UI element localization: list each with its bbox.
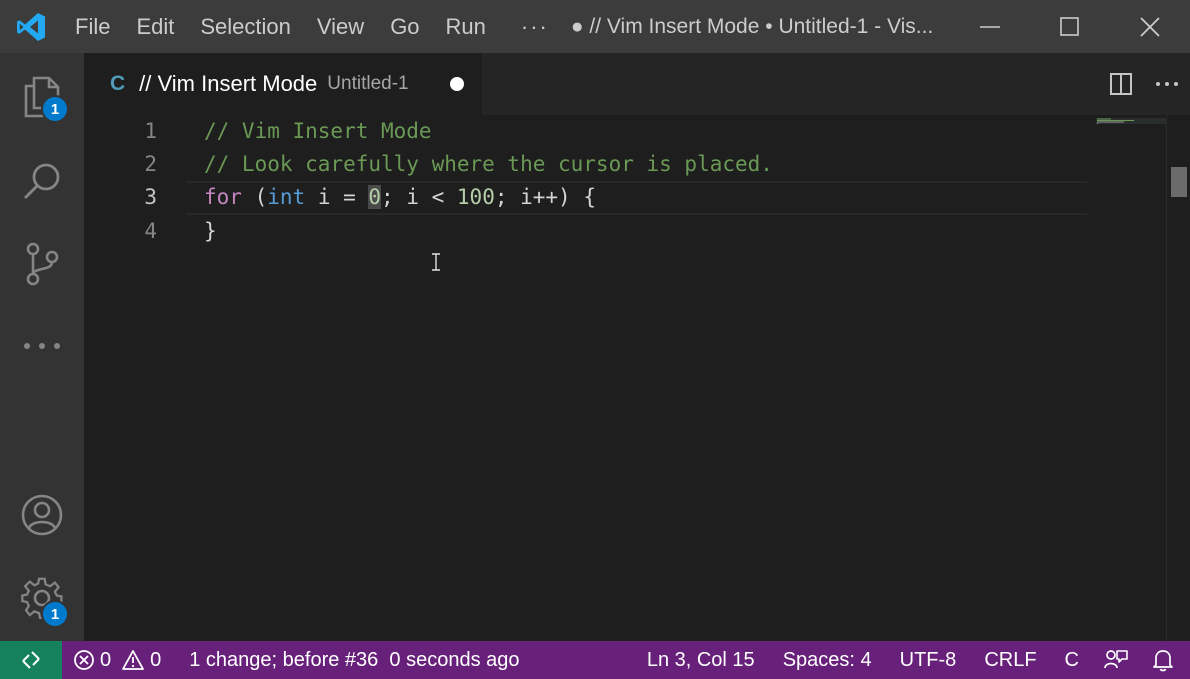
manage-button[interactable]: 1: [0, 555, 84, 641]
code-token: ; i++) {: [494, 185, 596, 209]
punctuation-token: (: [241, 185, 268, 209]
window-controls: [950, 0, 1190, 53]
warning-icon: [122, 650, 145, 670]
code-line-current: for (int i = 0; i < 100; i++) {: [204, 181, 596, 214]
type-token: int: [267, 185, 306, 209]
maximize-icon: [1060, 16, 1079, 36]
scrollbar-cursor-marker: [1171, 167, 1187, 197]
unsaved-dot-icon[interactable]: [450, 77, 464, 91]
text-cursor-icon: [430, 253, 442, 276]
search-icon: [23, 163, 60, 200]
keyword-token: for: [204, 185, 242, 209]
close-icon: [1140, 16, 1160, 37]
language-mode[interactable]: C: [1048, 641, 1090, 679]
ellipsis-icon: [24, 343, 60, 349]
status-bar: 0 0 1 change; before #36 0 seconds ago L…: [0, 641, 1190, 679]
status-bar-right: Ln 3, Col 15 Spaces: 4 UTF-8 CRLF C: [636, 641, 1190, 679]
more-views-button[interactable]: [0, 303, 84, 389]
settings-badge: 1: [41, 600, 69, 628]
title-bar: File Edit Selection View Go Run ··· ● //…: [0, 0, 1190, 53]
minimize-icon: [980, 25, 1000, 28]
source-control-icon: [26, 242, 59, 286]
menu-more-button[interactable]: ···: [499, 14, 567, 40]
vscode-logo-icon: [0, 0, 62, 53]
error-count: 0: [100, 648, 112, 671]
line-number: 2: [144, 152, 157, 176]
editor-actions: [1098, 53, 1190, 115]
number-token: 100: [456, 185, 495, 209]
more-actions-button[interactable]: [1144, 53, 1190, 115]
menu-view[interactable]: View: [304, 0, 377, 53]
code-line: // Look carefully where the cursor is pl…: [204, 152, 773, 176]
undo-status[interactable]: 1 change; before #36 0 seconds ago: [172, 641, 530, 679]
split-editor-button[interactable]: [1098, 53, 1144, 115]
tab-bar: C // Vim Insert Mode Untitled-1: [84, 53, 1190, 115]
feedback-button[interactable]: [1090, 641, 1142, 679]
explorer-button[interactable]: 1: [0, 53, 84, 139]
menu-file[interactable]: File: [62, 0, 123, 53]
close-button[interactable]: [1110, 0, 1190, 53]
menu-selection[interactable]: Selection: [187, 0, 304, 53]
line-number-active: 3: [144, 185, 157, 209]
minimize-button[interactable]: [950, 0, 1030, 53]
c-language-icon: C: [110, 72, 126, 95]
search-button[interactable]: [0, 139, 84, 225]
remote-button[interactable]: [0, 641, 62, 679]
account-icon: [21, 494, 63, 536]
source-control-button[interactable]: [0, 221, 84, 307]
feedback-icon: [1104, 650, 1128, 669]
tab-description: Untitled-1: [327, 73, 409, 94]
menu-bar: File Edit Selection View Go Run ···: [62, 0, 567, 53]
problems-indicator[interactable]: 0 0: [62, 641, 172, 679]
minimap[interactable]: [1094, 115, 1166, 641]
tab-title: // Vim Insert Mode: [139, 71, 318, 96]
activity-bar: 1 1: [0, 53, 84, 641]
code-token: i =: [305, 185, 369, 209]
explorer-badge: 1: [41, 95, 69, 123]
warning-count: 0: [150, 648, 162, 671]
maximize-button[interactable]: [1030, 0, 1110, 53]
remote-icon: [22, 651, 40, 669]
editor-tab[interactable]: C // Vim Insert Mode Untitled-1: [84, 53, 482, 115]
menu-go[interactable]: Go: [377, 0, 432, 53]
line-number: 4: [144, 219, 157, 243]
minimap-preview: [1096, 118, 1166, 124]
code-editor[interactable]: 1 2 3 4 // Vim Insert Mode // Look caref…: [84, 115, 1190, 641]
vim-block-cursor: 0: [368, 185, 382, 209]
code-line: }: [204, 219, 217, 243]
window-title: ● // Vim Insert Mode • Untitled-1 - Vis.…: [570, 14, 934, 38]
accounts-button[interactable]: [0, 472, 84, 558]
error-icon: [74, 650, 94, 670]
code-line: // Vim Insert Mode: [204, 119, 432, 143]
vertical-scrollbar[interactable]: [1166, 115, 1190, 641]
line-number: 1: [144, 119, 157, 143]
indentation-setting[interactable]: Spaces: 4: [766, 641, 883, 679]
eol-setting[interactable]: CRLF: [967, 641, 1047, 679]
cursor-position[interactable]: Ln 3, Col 15: [636, 641, 766, 679]
encoding-setting[interactable]: UTF-8: [883, 641, 968, 679]
menu-run[interactable]: Run: [433, 0, 499, 53]
menu-edit[interactable]: Edit: [123, 0, 187, 53]
notifications-button[interactable]: [1142, 641, 1190, 679]
code-token: ; i <: [381, 185, 457, 209]
bell-icon: [1153, 650, 1173, 672]
split-editor-icon: [1110, 73, 1132, 95]
ellipsis-icon: [1156, 82, 1178, 86]
